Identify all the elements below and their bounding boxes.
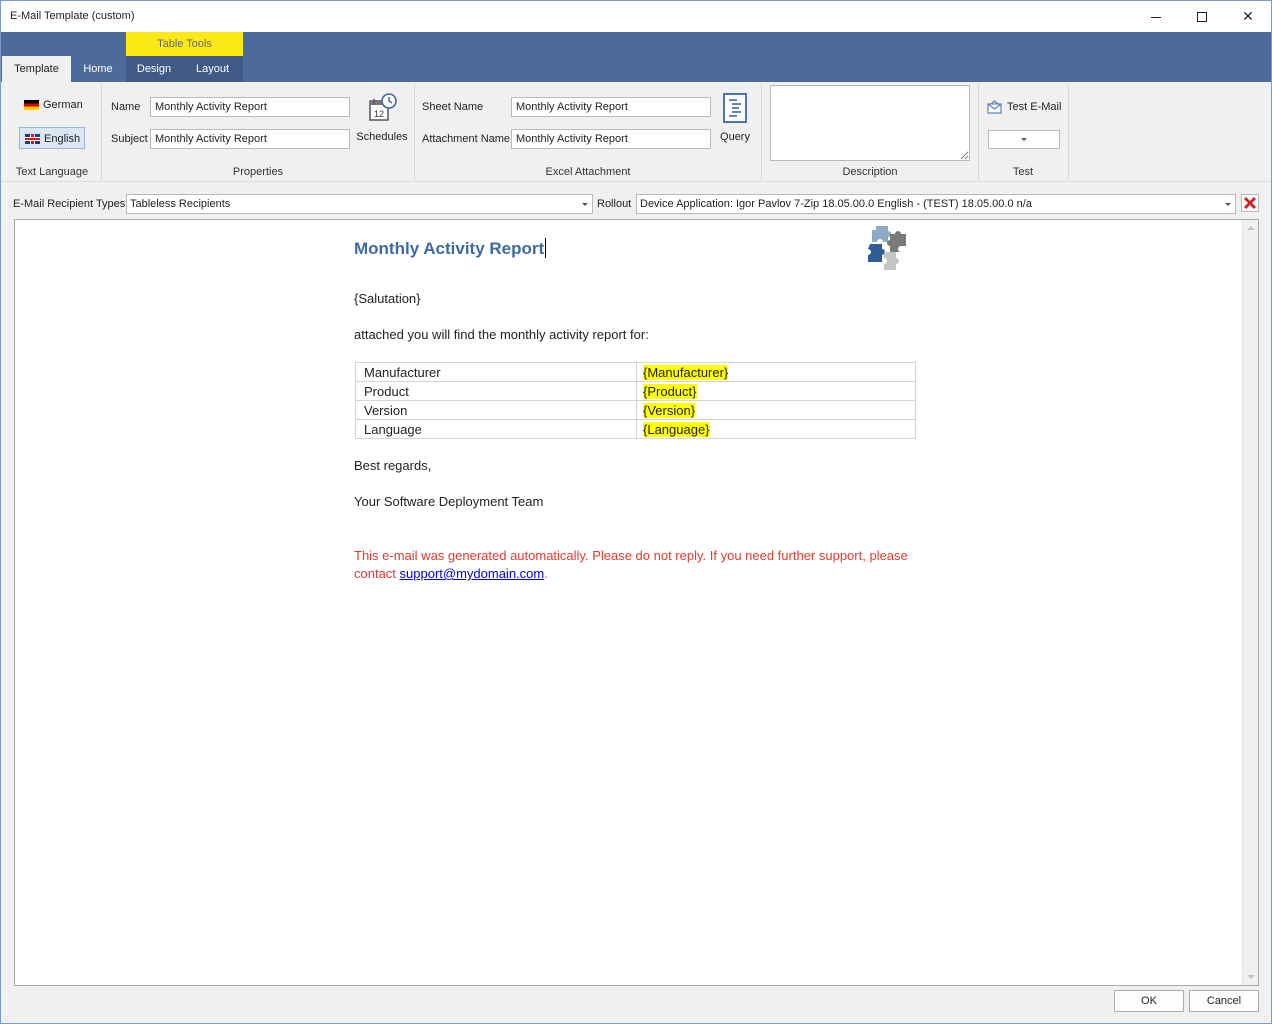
table-cell-value: {Language} — [636, 419, 916, 439]
window-title: E-Mail Template (custom) — [10, 10, 135, 22]
rollout-value: Device Application: Igor Pavlov 7-Zip 18… — [640, 198, 1032, 210]
properties-group-label: Properties — [232, 166, 284, 178]
chevron-down-icon — [582, 203, 588, 206]
table-cell-key: Manufacturer — [355, 362, 637, 382]
schedules-label: Schedules — [356, 131, 408, 143]
tab-home[interactable]: Home — [71, 56, 125, 82]
query-document-icon — [723, 93, 747, 123]
vertical-scrollbar[interactable] — [1242, 220, 1258, 985]
subject-input[interactable] — [150, 129, 350, 149]
notice-end: . — [544, 566, 548, 581]
close-icon: ✕ — [1242, 8, 1254, 24]
table-row: Product {Product} — [355, 381, 916, 401]
recipient-types-select[interactable]: Tableless Recipients — [126, 194, 593, 214]
sheet-name-label: Sheet Name — [422, 101, 484, 113]
query-button[interactable]: Query — [714, 92, 756, 143]
rollout-label: Rollout — [597, 198, 632, 210]
table-cell-key: Product — [355, 381, 637, 401]
placeholder-highlight: {Manufacturer} — [643, 364, 729, 380]
table-cell-key: Version — [355, 400, 637, 420]
subject-label: Subject — [111, 133, 148, 145]
table-cell-value: {Manufacturer} — [636, 362, 916, 382]
closing-text: Best regards, — [354, 458, 432, 473]
envelope-icon — [987, 100, 1002, 114]
table-cell-value: {Version} — [636, 400, 916, 420]
excel-attachment-group-label: Excel Attachment — [545, 166, 631, 178]
german-language-button[interactable]: German — [19, 94, 87, 116]
table-cell-key: Language — [355, 419, 637, 439]
email-body-editor[interactable]: Monthly Activity Report {Salutation} att… — [14, 219, 1259, 986]
english-language-button[interactable]: English — [19, 127, 85, 149]
title-bar: E-Mail Template (custom) ✕ — [1, 1, 1271, 32]
german-flag-icon — [24, 100, 39, 110]
test-group-label: Test — [1012, 166, 1034, 178]
red-x-icon — [1243, 196, 1257, 210]
svg-text:12: 12 — [374, 109, 384, 119]
attachment-name-input[interactable] — [511, 129, 711, 149]
email-template-window: E-Mail Template (custom) ✕ Table Tools T… — [0, 0, 1272, 1024]
text-language-group-label: Text Language — [15, 166, 89, 178]
intro-text: attached you will find the monthly activ… — [354, 327, 649, 342]
ribbon-tab-bar: Table Tools Template Home Design Layout — [1, 32, 1271, 82]
description-textarea[interactable] — [770, 85, 970, 161]
group-separator — [1068, 84, 1069, 180]
query-label: Query — [720, 131, 750, 143]
text-caret — [545, 238, 547, 258]
scroll-down-icon — [1247, 975, 1255, 979]
table-tools-context-label: Table Tools — [126, 32, 243, 56]
tab-layout[interactable]: Layout — [182, 56, 243, 82]
chevron-down-icon — [1225, 203, 1231, 206]
sheet-name-input[interactable] — [511, 97, 711, 117]
tab-template[interactable]: Template — [2, 56, 71, 82]
signature-text: Your Software Deployment Team — [354, 494, 544, 509]
salutation-placeholder: {Salutation} — [354, 291, 421, 306]
test-email-label: Test E-Mail — [1007, 101, 1062, 113]
close-button[interactable]: ✕ — [1225, 1, 1271, 32]
scroll-up-icon — [1247, 226, 1255, 230]
attachment-name-label: Attachment Name — [422, 133, 511, 145]
maximize-icon — [1197, 11, 1207, 22]
recipient-types-label: E-Mail Recipient Types — [13, 198, 126, 210]
placeholder-highlight: {Product} — [643, 383, 697, 399]
auto-generated-notice: This e-mail was generated automatically.… — [354, 547, 914, 583]
schedules-button[interactable]: 12 Schedules — [355, 92, 409, 143]
english-label: English — [44, 133, 81, 145]
table-cell-value: {Product} — [636, 381, 916, 401]
chevron-down-icon — [1021, 138, 1027, 141]
clear-rollout-button[interactable] — [1241, 194, 1259, 212]
recipient-types-value: Tableless Recipients — [130, 198, 231, 210]
test-email-button[interactable]: Test E-Mail — [987, 98, 1061, 116]
english-flag-icon — [25, 134, 40, 144]
test-recipient-dropdown[interactable] — [988, 130, 1060, 149]
rollout-select[interactable]: Device Application: Igor Pavlov 7-Zip 18… — [636, 194, 1236, 214]
report-fields-table: Manufacturer {Manufacturer} Product {Pro… — [355, 362, 916, 439]
ribbon-panel: German English Text Language Name Subjec… — [1, 82, 1271, 182]
puzzle-logo-icon — [868, 226, 906, 270]
table-row: Version {Version} — [355, 400, 916, 420]
tab-design[interactable]: Design — [126, 56, 182, 82]
table-row: Language {Language} — [355, 419, 916, 439]
calendar-clock-icon: 12 — [369, 93, 397, 121]
support-email-link[interactable]: support@mydomain.com — [400, 566, 545, 581]
description-group-label: Description — [842, 166, 898, 178]
table-row: Manufacturer {Manufacturer} — [355, 362, 916, 382]
placeholder-highlight: {Version} — [643, 402, 696, 418]
minimize-icon — [1151, 17, 1161, 18]
cancel-button[interactable]: Cancel — [1189, 990, 1259, 1012]
ok-button[interactable]: OK — [1114, 990, 1184, 1012]
minimize-button[interactable] — [1133, 1, 1179, 32]
name-label: Name — [111, 101, 141, 113]
placeholder-highlight: {Language} — [643, 421, 710, 437]
maximize-button[interactable] — [1179, 1, 1225, 32]
document-title: Monthly Activity Report — [354, 238, 547, 258]
name-input[interactable] — [150, 97, 350, 117]
german-label: German — [43, 99, 83, 111]
